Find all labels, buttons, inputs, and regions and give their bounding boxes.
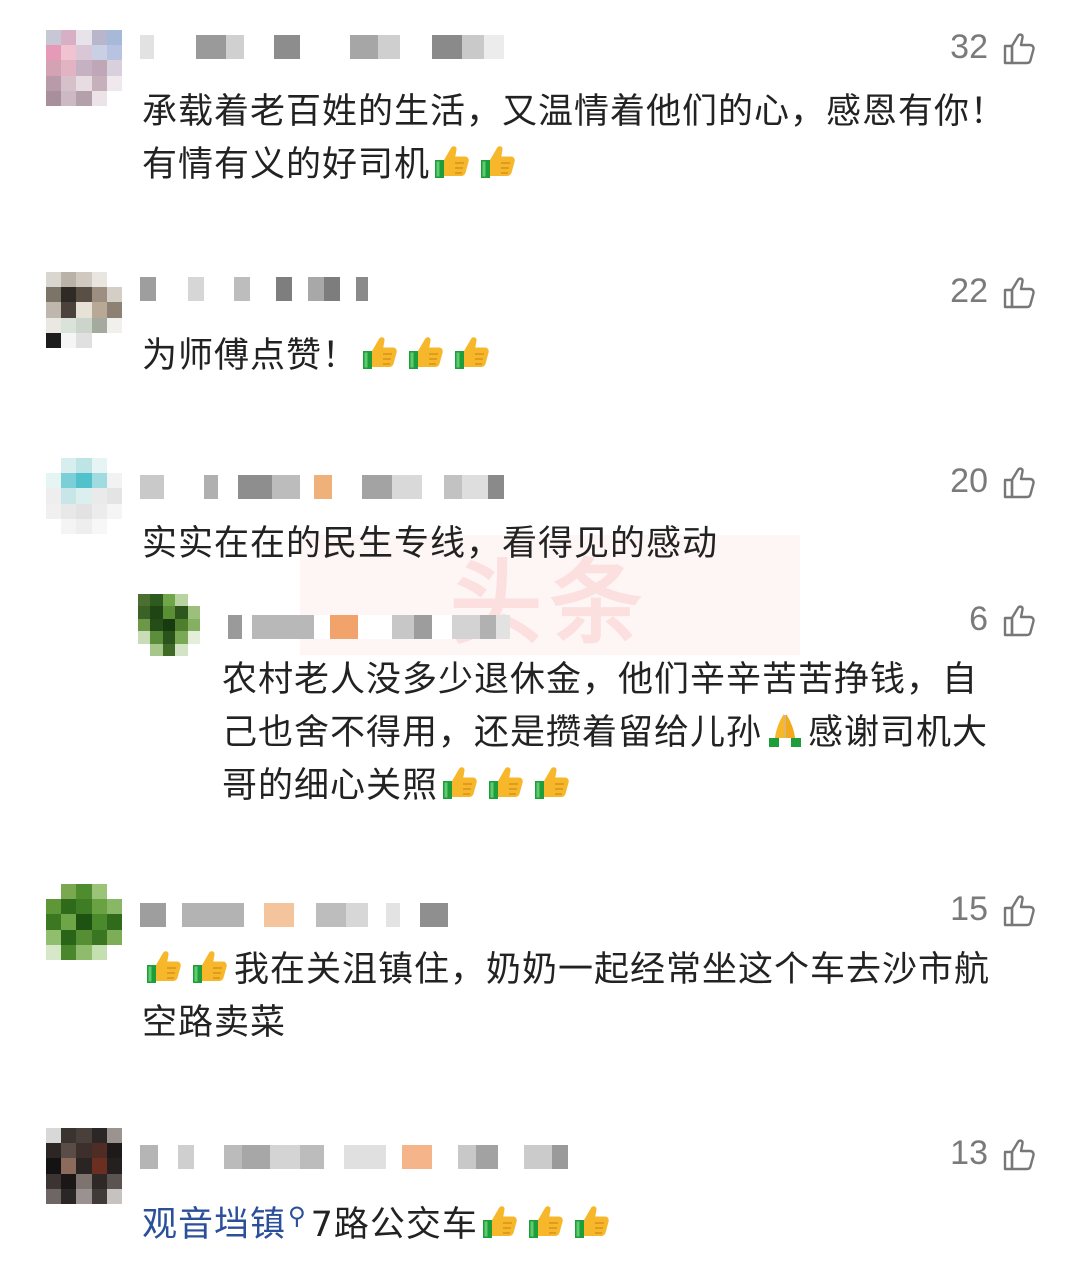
like-count: 20: [950, 462, 988, 500]
thumbs-up-emoji-icon: [441, 763, 481, 803]
thumb-up-outline-icon[interactable]: [1002, 602, 1038, 638]
like-control[interactable]: 20: [950, 462, 1038, 501]
thumbs-up-emoji-icon: [145, 947, 185, 987]
comment-line: 哥的细心关照: [222, 760, 1042, 813]
like-count: 32: [950, 28, 988, 66]
comment-line-text: 我在关沮镇住，奶奶一起经常坐这个车去沙市航: [234, 950, 991, 990]
comment-line: 农村老人没多少退休金，他们辛辛苦苦挣钱，自: [222, 660, 979, 700]
comment-line: 实实在在的民生专线，看得见的感动: [142, 524, 719, 564]
like-count: 6: [969, 600, 988, 638]
username-blurred[interactable]: [140, 474, 504, 500]
comment-line: 有情有义的好司机: [142, 139, 1042, 192]
reply-text: 农村老人没多少退休金，他们辛辛苦苦挣钱，自 己也舍不得用，还是攒着留给儿孙 感谢司…: [222, 654, 1042, 813]
thumbs-up-emoji-icon: [433, 142, 473, 182]
thumb-up-outline-icon[interactable]: [1002, 892, 1038, 928]
like-control[interactable]: 22: [950, 272, 1038, 311]
avatar[interactable]: [46, 272, 122, 348]
comment-line: 空路卖菜: [142, 1003, 287, 1043]
like-control[interactable]: 6: [969, 600, 1038, 639]
comment-line-text: 7路公交车: [310, 1205, 478, 1245]
comment-line-text: 感谢司机大: [808, 713, 989, 753]
thumbs-up-emoji-icon: [191, 947, 231, 987]
username-blurred[interactable]: [140, 276, 368, 302]
comment-line-text: 己也舍不得用，还是攒着留给儿孙: [222, 713, 763, 753]
comment-line-text: 有情有义的好司机: [142, 145, 431, 185]
comment-line: 观音垱镇⚲ 7路公交车: [142, 1190, 1042, 1252]
avatar[interactable]: [46, 458, 122, 534]
username-blurred[interactable]: [140, 1144, 568, 1170]
thumbs-up-emoji-icon: [481, 1202, 521, 1242]
avatar[interactable]: [46, 30, 122, 106]
comment-line: 己也舍不得用，还是攒着留给儿孙 感谢司机大: [222, 707, 1042, 760]
username-blurred[interactable]: [228, 614, 510, 640]
like-count: 13: [950, 1134, 988, 1172]
thumb-up-outline-icon[interactable]: [1002, 1136, 1038, 1172]
location-search-link[interactable]: 观音垱镇: [142, 1205, 286, 1245]
like-count: 15: [950, 890, 988, 928]
thumbs-up-emoji-icon: [361, 333, 401, 373]
thumbs-up-emoji-icon: [479, 142, 519, 182]
thumbs-up-emoji-icon: [487, 763, 527, 803]
comment-text: 实实在在的民生专线，看得见的感动: [142, 518, 1042, 571]
comment-line: 承载着老百姓的生活，又温情着他们的心，感恩有你！: [142, 92, 1007, 132]
like-control[interactable]: 15: [950, 890, 1038, 929]
thumbs-up-emoji-icon: [527, 1202, 567, 1242]
folded-hands-emoji-icon: [765, 710, 805, 750]
username-blurred[interactable]: [140, 34, 504, 60]
avatar[interactable]: [46, 884, 122, 960]
avatar[interactable]: [46, 1128, 122, 1204]
search-icon[interactable]: ⚲: [288, 1202, 307, 1230]
thumbs-up-emoji-icon: [573, 1202, 613, 1242]
like-control[interactable]: 13: [950, 1134, 1038, 1173]
thumbs-up-emoji-icon: [533, 763, 573, 803]
like-count: 22: [950, 272, 988, 310]
comment-text: 我在关沮镇住，奶奶一起经常坐这个车去沙市航 空路卖菜: [142, 944, 1042, 1050]
thumbs-up-emoji-icon: [407, 333, 447, 373]
comment-text: 为师傅点赞！: [142, 330, 1042, 383]
like-control[interactable]: 32: [950, 28, 1038, 67]
comment-text: 观音垱镇⚲ 7路公交车: [142, 1190, 1042, 1252]
comment-line: 为师傅点赞！: [142, 330, 1042, 383]
username-blurred[interactable]: [140, 902, 448, 928]
thumbs-up-emoji-icon: [453, 333, 493, 373]
comment-line: 我在关沮镇住，奶奶一起经常坐这个车去沙市航: [142, 944, 1042, 997]
thumb-up-outline-icon[interactable]: [1002, 30, 1038, 66]
thumb-up-outline-icon[interactable]: [1002, 464, 1038, 500]
avatar[interactable]: [138, 594, 200, 656]
comment-line-text: 哥的细心关照: [222, 766, 439, 806]
comment-line-text: 为师傅点赞！: [142, 336, 359, 376]
comment-text: 承载着老百姓的生活，又温情着他们的心，感恩有你！ 有情有义的好司机: [142, 86, 1042, 192]
thumb-up-outline-icon[interactable]: [1002, 274, 1038, 310]
